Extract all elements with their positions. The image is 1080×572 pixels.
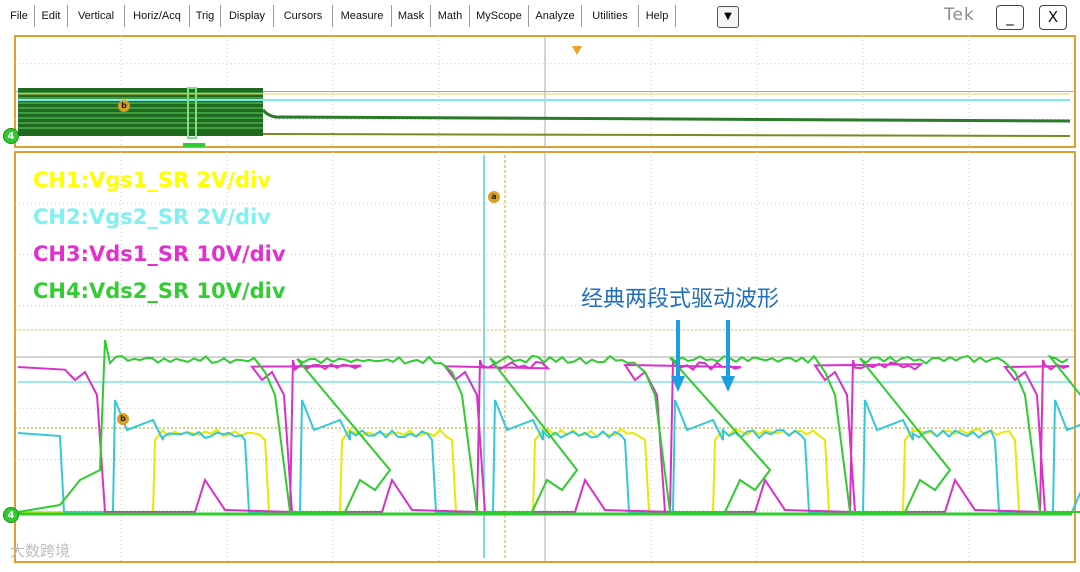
ch4-label: CH4:Vds2_SR 10V/div [33,279,286,303]
overview-ch4-burst [18,88,263,136]
ground-marker-main[interactable]: 4 [3,507,19,523]
zoom-window-tab [183,143,205,147]
ch2-label: CH2:Vgs2_SR 2V/div [33,205,271,229]
cursor-b-tag-main[interactable]: b [117,413,129,425]
cursor-a-tag[interactable]: a [488,191,500,203]
waveform-annotation: 经典两段式驱动波形 [581,287,780,312]
ch1-label: CH1:Vgs1_SR 2V/div [33,168,271,192]
ground-marker-overview[interactable]: 4 [3,128,19,144]
cursor-b-tag-overview[interactable]: b [118,100,130,112]
ch3-label: CH3:Vds1_SR 10V/div [33,242,286,266]
watermark: 大数跨境 [10,542,71,560]
